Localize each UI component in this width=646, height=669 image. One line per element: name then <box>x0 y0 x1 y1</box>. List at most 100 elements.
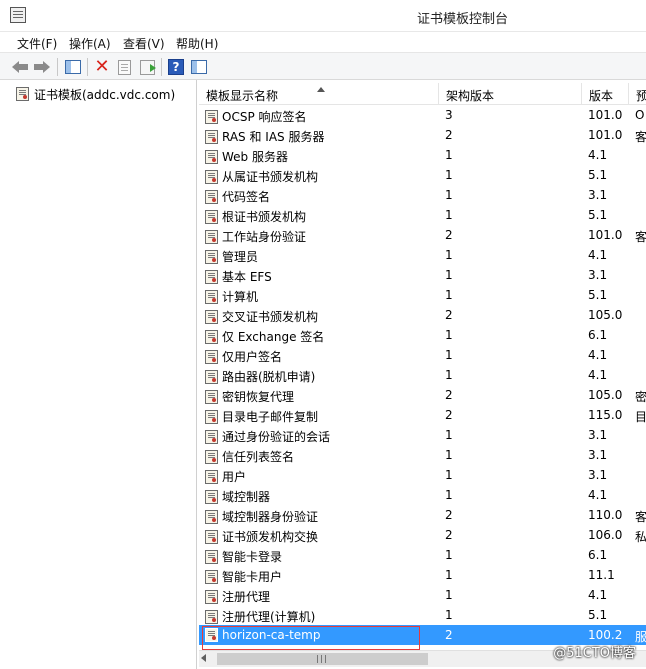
menu-action[interactable]: 操作(A) <box>69 35 111 52</box>
help-button[interactable]: ? <box>166 57 186 77</box>
column-header-version[interactable]: 版本 <box>582 83 629 105</box>
table-row[interactable]: 仅用户签名 1 4.1 <box>199 345 646 365</box>
template-name-cell: 域控制器身份验证 <box>205 508 318 525</box>
version-cell: 105.0 <box>588 308 623 322</box>
table-row[interactable]: 代码签名 1 3.1 <box>199 185 646 205</box>
properties-button[interactable] <box>114 57 134 77</box>
table-row[interactable]: RAS 和 IAS 服务器 2 101.0 客 <box>199 125 646 145</box>
template-name-cell: 通过身份验证的会话 <box>205 428 330 445</box>
intended-purpose-cell: 客 <box>635 130 646 144</box>
table-row[interactable]: 从属证书颁发机构 1 5.1 <box>199 165 646 185</box>
table-row[interactable]: OCSP 响应签名 3 101.0 O <box>199 105 646 125</box>
template-name: OCSP 响应签名 <box>222 110 307 124</box>
schema-version-cell: 1 <box>445 348 453 362</box>
forward-arrow-icon <box>34 61 50 73</box>
intended-purpose-cell: 私 <box>635 530 646 544</box>
certificate-template-icon <box>205 149 218 164</box>
certificate-template-icon <box>205 609 218 624</box>
template-name-cell: 交叉证书颁发机构 <box>205 308 318 325</box>
certificate-template-icon <box>205 469 218 484</box>
table-row[interactable]: 信任列表签名 1 3.1 <box>199 445 646 465</box>
column-header-label: 模板显示名称 <box>206 89 279 103</box>
template-name: 计算机 <box>222 290 259 304</box>
delete-x-icon: ✕ <box>94 56 110 77</box>
table-row[interactable]: 智能卡用户 1 11.1 <box>199 565 646 585</box>
template-name: 工作站身份验证 <box>222 230 307 244</box>
template-name-cell: 域控制器 <box>205 488 270 505</box>
table-row[interactable]: 证书颁发机构交换 2 106.0 私 <box>199 525 646 545</box>
table-row[interactable]: 注册代理(计算机) 1 5.1 <box>199 605 646 625</box>
schema-version-cell: 1 <box>445 148 453 162</box>
version-cell: 3.1 <box>588 268 608 282</box>
window-title: 证书模板控制台 <box>416 12 508 27</box>
template-name-cell: 信任列表签名 <box>205 448 294 465</box>
intended-purpose-cell: 服 <box>635 630 646 644</box>
table-row[interactable]: 域控制器身份验证 2 110.0 客 <box>199 505 646 525</box>
table-row[interactable]: 目录电子邮件复制 2 115.0 目 <box>199 405 646 425</box>
version-cell: 106.0 <box>588 528 623 542</box>
scrollbar-thumb[interactable] <box>217 653 428 665</box>
schema-version-cell: 1 <box>445 428 453 442</box>
menu-view[interactable]: 查看(V) <box>123 35 165 52</box>
table-row[interactable]: 交叉证书颁发机构 2 105.0 <box>199 305 646 325</box>
schema-version-cell: 1 <box>445 208 453 222</box>
forward-button[interactable] <box>32 57 52 77</box>
title-bar: 证书模板控制台 <box>0 0 646 32</box>
export-list-button[interactable] <box>137 57 157 77</box>
template-name: 从属证书颁发机构 <box>222 170 319 184</box>
table-row[interactable]: 用户 1 3.1 <box>199 465 646 485</box>
back-button[interactable] <box>10 57 30 77</box>
table-row[interactable]: 工作站身份验证 2 101.0 客 <box>199 225 646 245</box>
menu-file[interactable]: 文件(F) <box>17 35 57 52</box>
table-row[interactable]: 路由器(脱机申请) 1 4.1 <box>199 365 646 385</box>
table-row[interactable]: 注册代理 1 4.1 <box>199 585 646 605</box>
menu-help[interactable]: 帮助(H) <box>176 35 218 52</box>
template-name-cell: 密钥恢复代理 <box>205 388 294 405</box>
schema-version-cell: 1 <box>445 468 453 482</box>
certificate-template-icon <box>205 409 218 424</box>
table-row[interactable]: Web 服务器 1 4.1 <box>199 145 646 165</box>
table-row[interactable]: 仅 Exchange 签名 1 6.1 <box>199 325 646 345</box>
template-name: 路由器(脱机申请) <box>222 370 316 384</box>
template-name: 域控制器 <box>222 490 271 504</box>
table-row[interactable]: 管理员 1 4.1 <box>199 245 646 265</box>
show-hide-console-tree-button[interactable] <box>63 57 83 77</box>
template-name: RAS 和 IAS 服务器 <box>222 130 325 144</box>
certificate-template-icon <box>205 489 218 504</box>
template-name: 仅用户签名 <box>222 350 283 364</box>
schema-version-cell: 1 <box>445 588 453 602</box>
certificate-template-icon <box>205 189 218 204</box>
template-name-cell: 智能卡登录 <box>205 548 282 565</box>
column-header-template-name[interactable]: 模板显示名称 <box>199 83 439 105</box>
schema-version-cell: 1 <box>445 248 453 262</box>
version-cell: 3.1 <box>588 428 608 442</box>
column-header-intended-purpose[interactable]: 预 <box>629 83 646 105</box>
column-header-schema-version[interactable]: 架构版本 <box>439 83 582 105</box>
template-name: 用户 <box>222 470 247 484</box>
column-header-label: 架构版本 <box>446 89 495 103</box>
show-hide-action-pane-button[interactable] <box>189 57 209 77</box>
version-cell: 4.1 <box>588 588 608 602</box>
version-cell: 115.0 <box>588 408 623 422</box>
table-row[interactable]: 智能卡登录 1 6.1 <box>199 545 646 565</box>
table-row[interactable]: 通过身份验证的会话 1 3.1 <box>199 425 646 445</box>
schema-version-cell: 1 <box>445 448 453 462</box>
table-row[interactable]: 根证书颁发机构 1 5.1 <box>199 205 646 225</box>
table-row[interactable]: 计算机 1 5.1 <box>199 285 646 305</box>
tree-item-certificate-templates[interactable]: 证书模板(addc.vdc.com) <box>12 85 180 103</box>
version-cell: 4.1 <box>588 148 608 162</box>
table-row[interactable]: 域控制器 1 4.1 <box>199 485 646 505</box>
menu-bar: 文件(F) 操作(A) 查看(V) 帮助(H) <box>0 32 646 52</box>
version-cell: 5.1 <box>588 288 608 302</box>
version-cell: 101.0 <box>588 228 623 242</box>
table-row[interactable]: 密钥恢复代理 2 105.0 密 <box>199 385 646 405</box>
schema-version-cell: 2 <box>445 508 453 522</box>
delete-button[interactable]: ✕ <box>92 57 112 77</box>
schema-version-cell: 1 <box>445 268 453 282</box>
table-row[interactable]: 基本 EFS 1 3.1 <box>199 265 646 285</box>
scroll-left-arrow-icon[interactable] <box>201 654 206 662</box>
template-name: 信任列表签名 <box>222 450 295 464</box>
intended-purpose-cell: 客 <box>635 230 646 244</box>
console-tree-icon <box>65 60 81 74</box>
template-name-cell: 注册代理 <box>205 588 270 605</box>
